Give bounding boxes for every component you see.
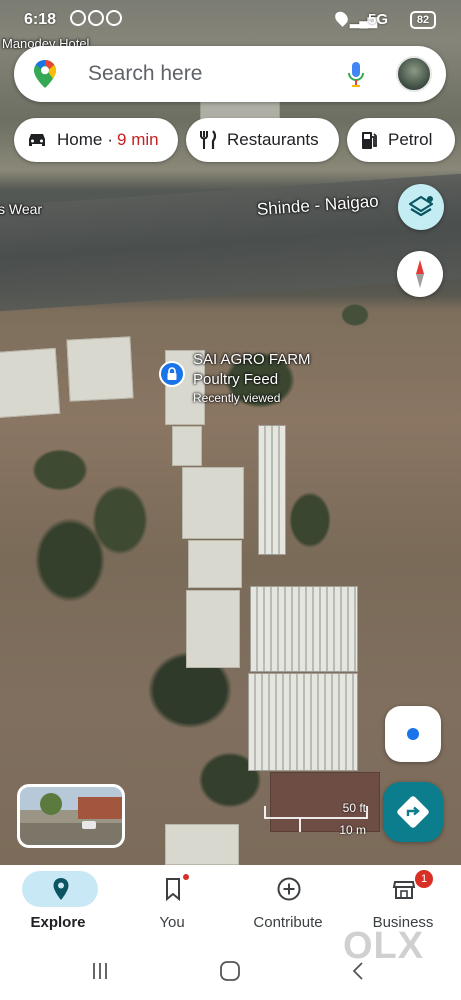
building-shape (78, 797, 122, 819)
lock-icon (167, 367, 177, 380)
status-time: 6:18 (24, 11, 57, 28)
building-roof (165, 824, 239, 865)
building-roof (172, 426, 202, 466)
nav-explore-label: Explore (30, 914, 86, 931)
building-roof (182, 467, 244, 539)
place-name-line1[interactable]: SAI AGRO FARM (193, 351, 311, 368)
bookmark-icon (166, 878, 180, 902)
fork-knife-icon (200, 130, 217, 149)
chip-petrol[interactable]: Petrol (347, 118, 455, 162)
search-input[interactable]: Search here (88, 62, 202, 86)
chip-home[interactable]: Home · 9 min (14, 118, 178, 162)
scale-feet: 50 ft (342, 801, 366, 815)
place-marker[interactable] (159, 361, 185, 387)
business-badge: 1 (415, 870, 433, 888)
building-roof (186, 590, 240, 668)
recent-apps-icon[interactable] (90, 961, 110, 981)
avatar[interactable] (396, 56, 432, 92)
building-roof (250, 586, 358, 672)
chip-home-label: Home (57, 130, 103, 149)
microphone-icon[interactable] (346, 60, 366, 90)
street-view-thumbnail[interactable] (17, 784, 125, 848)
location-status-icon (332, 9, 351, 27)
directions-button[interactable] (383, 782, 443, 842)
notification-dot (183, 874, 189, 880)
nav-contribute-label: Contribute (253, 914, 323, 931)
layers-button[interactable] (398, 184, 444, 230)
home-icon[interactable] (219, 960, 241, 982)
battery-icon: 82 (410, 11, 436, 29)
tree-shape (40, 793, 62, 815)
system-navigation (0, 950, 461, 1000)
chip-restaurants-label: Restaurants (227, 130, 319, 149)
missed-call-icon (70, 10, 86, 26)
back-icon[interactable] (350, 961, 366, 981)
phone-icon (88, 10, 104, 26)
whatsapp-icon (106, 10, 122, 26)
chip-home-separator: · (107, 130, 114, 149)
building-roof (258, 425, 286, 555)
nav-contribute[interactable]: Contribute (233, 865, 343, 945)
plus-circle-icon (277, 877, 301, 901)
compass-button[interactable] (397, 251, 443, 297)
map-label-shop: s Wear (0, 201, 43, 217)
directions-icon (397, 796, 429, 828)
fuel-pump-icon (362, 132, 377, 149)
building-roof (0, 347, 61, 419)
status-bar: 6:18 ▂▄▆ 5G 82 (0, 6, 461, 34)
place-subtitle: Recently viewed (193, 391, 281, 405)
vehicle-shape (82, 821, 96, 829)
scale-meters: 10 m (339, 823, 366, 837)
compass-icon (416, 260, 424, 288)
layers-icon (408, 195, 434, 217)
search-bar[interactable]: Search here (14, 46, 446, 102)
network-type: 5G (368, 11, 389, 28)
chip-restaurants[interactable]: Restaurants (186, 118, 339, 162)
road (0, 172, 461, 313)
my-location-button[interactable] (385, 706, 441, 762)
nav-you-label: You (159, 914, 185, 931)
google-maps-icon (34, 60, 56, 88)
building-roof (66, 336, 134, 402)
map-scale: 50 ft 10 m (264, 800, 368, 838)
chip-home-eta: 9 min (117, 130, 159, 149)
building-roof (188, 540, 242, 588)
building-roof (248, 673, 358, 771)
place-name-line2[interactable]: Poultry Feed (193, 371, 278, 388)
chip-petrol-label: Petrol (388, 130, 433, 149)
nav-explore[interactable]: Explore (3, 865, 113, 945)
storefront-icon (392, 881, 416, 899)
nav-you[interactable]: You (117, 865, 227, 945)
pin-icon (53, 878, 69, 900)
car-icon (29, 134, 45, 146)
location-dot-icon (407, 728, 419, 740)
